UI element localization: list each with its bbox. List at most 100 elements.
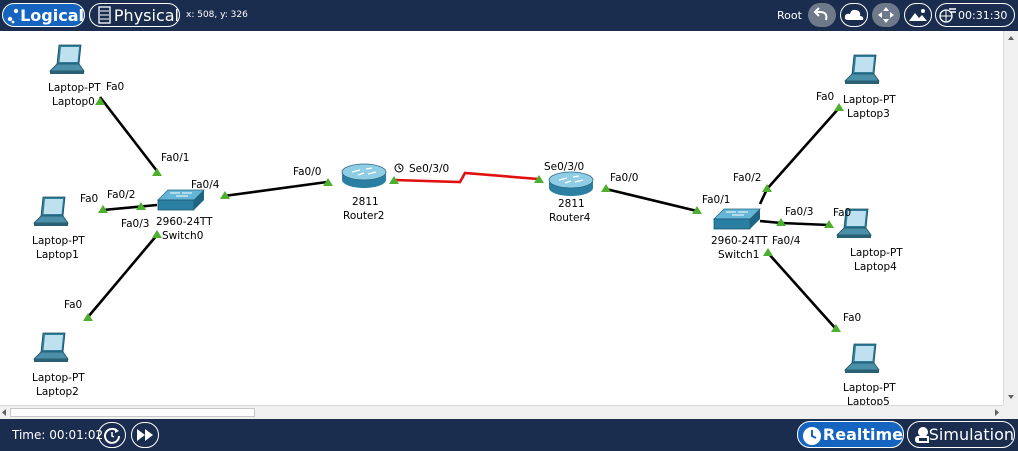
device-name-label: Router4: [549, 212, 591, 224]
cloud-icon: [844, 9, 864, 20]
background-image-button[interactable]: [904, 3, 932, 27]
port-label: Fa0/2: [107, 189, 135, 201]
link-up-indicator: [601, 184, 611, 192]
topology-diagram: Laptop-PT Laptop0 Laptop-PT Laptop1 Lapt…: [32, 44, 903, 405]
port-label: Fa0/0: [610, 172, 638, 184]
device-name-label: Laptop0: [52, 96, 95, 108]
port-label: Fa0: [80, 193, 98, 205]
cursor-coordinates: x: 508, y: 326: [186, 10, 248, 20]
device-name-label: Router2: [343, 210, 384, 222]
link-up-indicator: [763, 248, 773, 256]
reset-cycle-icon: [104, 427, 120, 444]
switch-icon: [713, 208, 761, 230]
move-arrows-icon: [878, 7, 894, 23]
device-type-label: 2960-24TT: [711, 235, 768, 247]
port-label: Fa0/2: [733, 172, 761, 184]
router-icon: [548, 171, 594, 197]
link-switch1-laptop5[interactable]: [767, 252, 837, 330]
port-label: Fa0/1: [702, 194, 730, 206]
back-button[interactable]: [808, 3, 836, 27]
root-breadcrumb[interactable]: Root: [777, 9, 802, 22]
device-type-label: Laptop-PT: [32, 235, 85, 247]
laptop0[interactable]: Laptop-PT Laptop0: [48, 44, 101, 108]
fast-forward-button[interactable]: [131, 422, 159, 448]
tab-physical-label: Physical: [113, 5, 179, 25]
port-label: Fa0: [833, 207, 851, 219]
link-router4-switch1[interactable]: [605, 187, 698, 213]
logical-view-icon: [7, 8, 21, 24]
link-switch1-laptop3[interactable]: [766, 107, 840, 190]
device-type-label: Laptop-PT: [32, 372, 85, 384]
laptop1[interactable]: Laptop-PT Laptop1: [32, 196, 85, 261]
clock-display: 00:31:30: [935, 3, 1015, 27]
router2[interactable]: 2811 2811 Router2: [341, 163, 387, 222]
device-name-label: Switch0: [162, 230, 203, 242]
port-label: Fa0/4: [772, 235, 801, 247]
laptop5[interactable]: Laptop-PT Laptop5: [843, 343, 896, 405]
device-name-label: Laptop1: [36, 249, 79, 261]
switch-icon: [157, 189, 205, 211]
simulation-icon: [915, 426, 929, 443]
tab-simulation[interactable]: Simulation: [907, 421, 1015, 448]
tab-simulation-label: Simulation: [928, 425, 1014, 444]
device-name-label: Switch1: [718, 249, 759, 261]
scroll-arrows-icon: [2, 409, 999, 416]
switch1[interactable]: 2960-24TT Switch1: [711, 208, 768, 261]
laptop-icon: [33, 332, 69, 363]
router4[interactable]: 2811 Router4: [548, 171, 594, 224]
link-switch1-laptop4[interactable]: [780, 221, 830, 227]
link-switch0-router2[interactable]: [223, 180, 328, 198]
undo-arrow-icon: [813, 7, 828, 21]
laptop-icon: [49, 44, 85, 75]
device-type-label: Laptop-PT: [843, 382, 896, 394]
link-switch1-laptop4-pre: [759, 219, 782, 225]
laptop2[interactable]: Laptop-PT Laptop2: [32, 332, 85, 398]
device-type-label: Laptop-PT: [850, 247, 903, 259]
laptop-icon: [844, 54, 880, 85]
vertical-scrollbar[interactable]: [1003, 31, 1018, 405]
port-label: Se0/3/0: [409, 163, 449, 175]
port-label: Fa0: [64, 299, 82, 311]
tab-realtime-label: Realtime: [822, 425, 903, 444]
device-name-label: Laptop5: [847, 396, 890, 405]
device-name-label: Laptop2: [36, 386, 79, 398]
workspace-canvas[interactable]: Laptop-PT Laptop0 Laptop-PT Laptop1 Lapt…: [0, 31, 1003, 405]
move-object-button[interactable]: [872, 3, 900, 27]
link-laptop2-switch0[interactable]: [87, 234, 158, 318]
port-label: Fa0: [816, 91, 834, 103]
stopwatch-icon: [803, 426, 821, 445]
link-laptop0-switch0[interactable]: [98, 96, 159, 172]
scroll-arrows-icon: [1008, 36, 1014, 399]
port-label: Fa0: [843, 312, 861, 324]
laptop3[interactable]: Laptop-PT Laptop3: [843, 54, 896, 120]
horizontal-scrollbar[interactable]: [0, 405, 1003, 419]
scrollbar-corner: [1003, 405, 1018, 419]
port-label: Fa0: [106, 81, 124, 93]
link-up-indicator: [152, 168, 162, 176]
tab-logical-label: Logical: [20, 5, 84, 25]
fast-forward-icon: [137, 429, 153, 441]
tab-physical[interactable]: Physical: [89, 3, 180, 27]
rack-icon: [98, 6, 111, 24]
new-cluster-button[interactable]: [840, 3, 868, 27]
port-label: Fa0/3: [121, 218, 149, 230]
image-icon: [909, 9, 927, 21]
link-laptop1-switch0[interactable]: [102, 203, 158, 212]
power-cycle-button[interactable]: [98, 422, 126, 448]
device-type-label: 2811: [352, 196, 379, 208]
top-toolbar: Logical Physical x: 508, y: 326 Root 00:…: [0, 0, 1018, 31]
device-type-label: Laptop-PT: [843, 94, 896, 106]
device-name-label: Laptop4: [854, 261, 897, 273]
laptop-icon: [844, 343, 880, 374]
tab-realtime[interactable]: Realtime: [797, 421, 904, 448]
clock-time: 00:31:30: [958, 8, 1008, 22]
link-up-indicator: [152, 230, 162, 238]
dce-clock-icon: [394, 163, 404, 173]
device-type-label: 2811: [558, 198, 585, 210]
port-label: Fa0/0: [293, 166, 321, 178]
port-label: Fa0/3: [785, 206, 813, 218]
viewport-icon: [939, 8, 956, 23]
tab-logical[interactable]: Logical: [2, 3, 85, 27]
bottom-toolbar: Time: 00:01:02 Realtime Simulation: [0, 419, 1018, 451]
switch0[interactable]: 2960-24TT Switch0: [156, 189, 213, 242]
